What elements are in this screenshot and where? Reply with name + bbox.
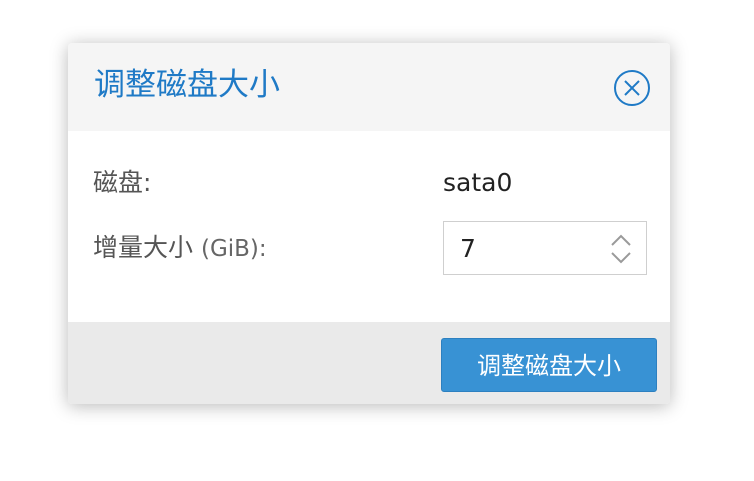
resize-disk-dialog: 调整磁盘大小 磁盘: sata0 增量大小 (GiB): 7 调整磁盘大小 <box>68 43 670 404</box>
close-circle-icon <box>614 70 650 106</box>
size-increment-label-main: 增量大小 <box>93 233 194 262</box>
chevron-down-icon <box>611 252 631 264</box>
resize-disk-button[interactable]: 调整磁盘大小 <box>441 338 657 392</box>
dialog-header: 调整磁盘大小 <box>68 43 670 131</box>
size-increment-label: 增量大小 (GiB): <box>93 232 267 265</box>
disk-label: 磁盘: <box>93 168 152 197</box>
size-spinner <box>608 232 634 266</box>
chevron-up-icon <box>611 234 631 246</box>
size-increment-field <box>443 221 647 275</box>
dialog-title: 调整磁盘大小 <box>94 67 280 103</box>
dialog-body: 磁盘: sata0 增量大小 (GiB): <box>68 131 670 322</box>
size-increment-input[interactable] <box>444 222 610 274</box>
size-increment-unit: (GiB): <box>200 236 267 262</box>
spin-up-button[interactable] <box>608 232 634 248</box>
disk-value: sata0 <box>443 168 513 197</box>
spin-down-button[interactable] <box>608 250 634 266</box>
dialog-footer: 调整磁盘大小 <box>68 322 670 404</box>
close-button[interactable] <box>612 68 652 108</box>
